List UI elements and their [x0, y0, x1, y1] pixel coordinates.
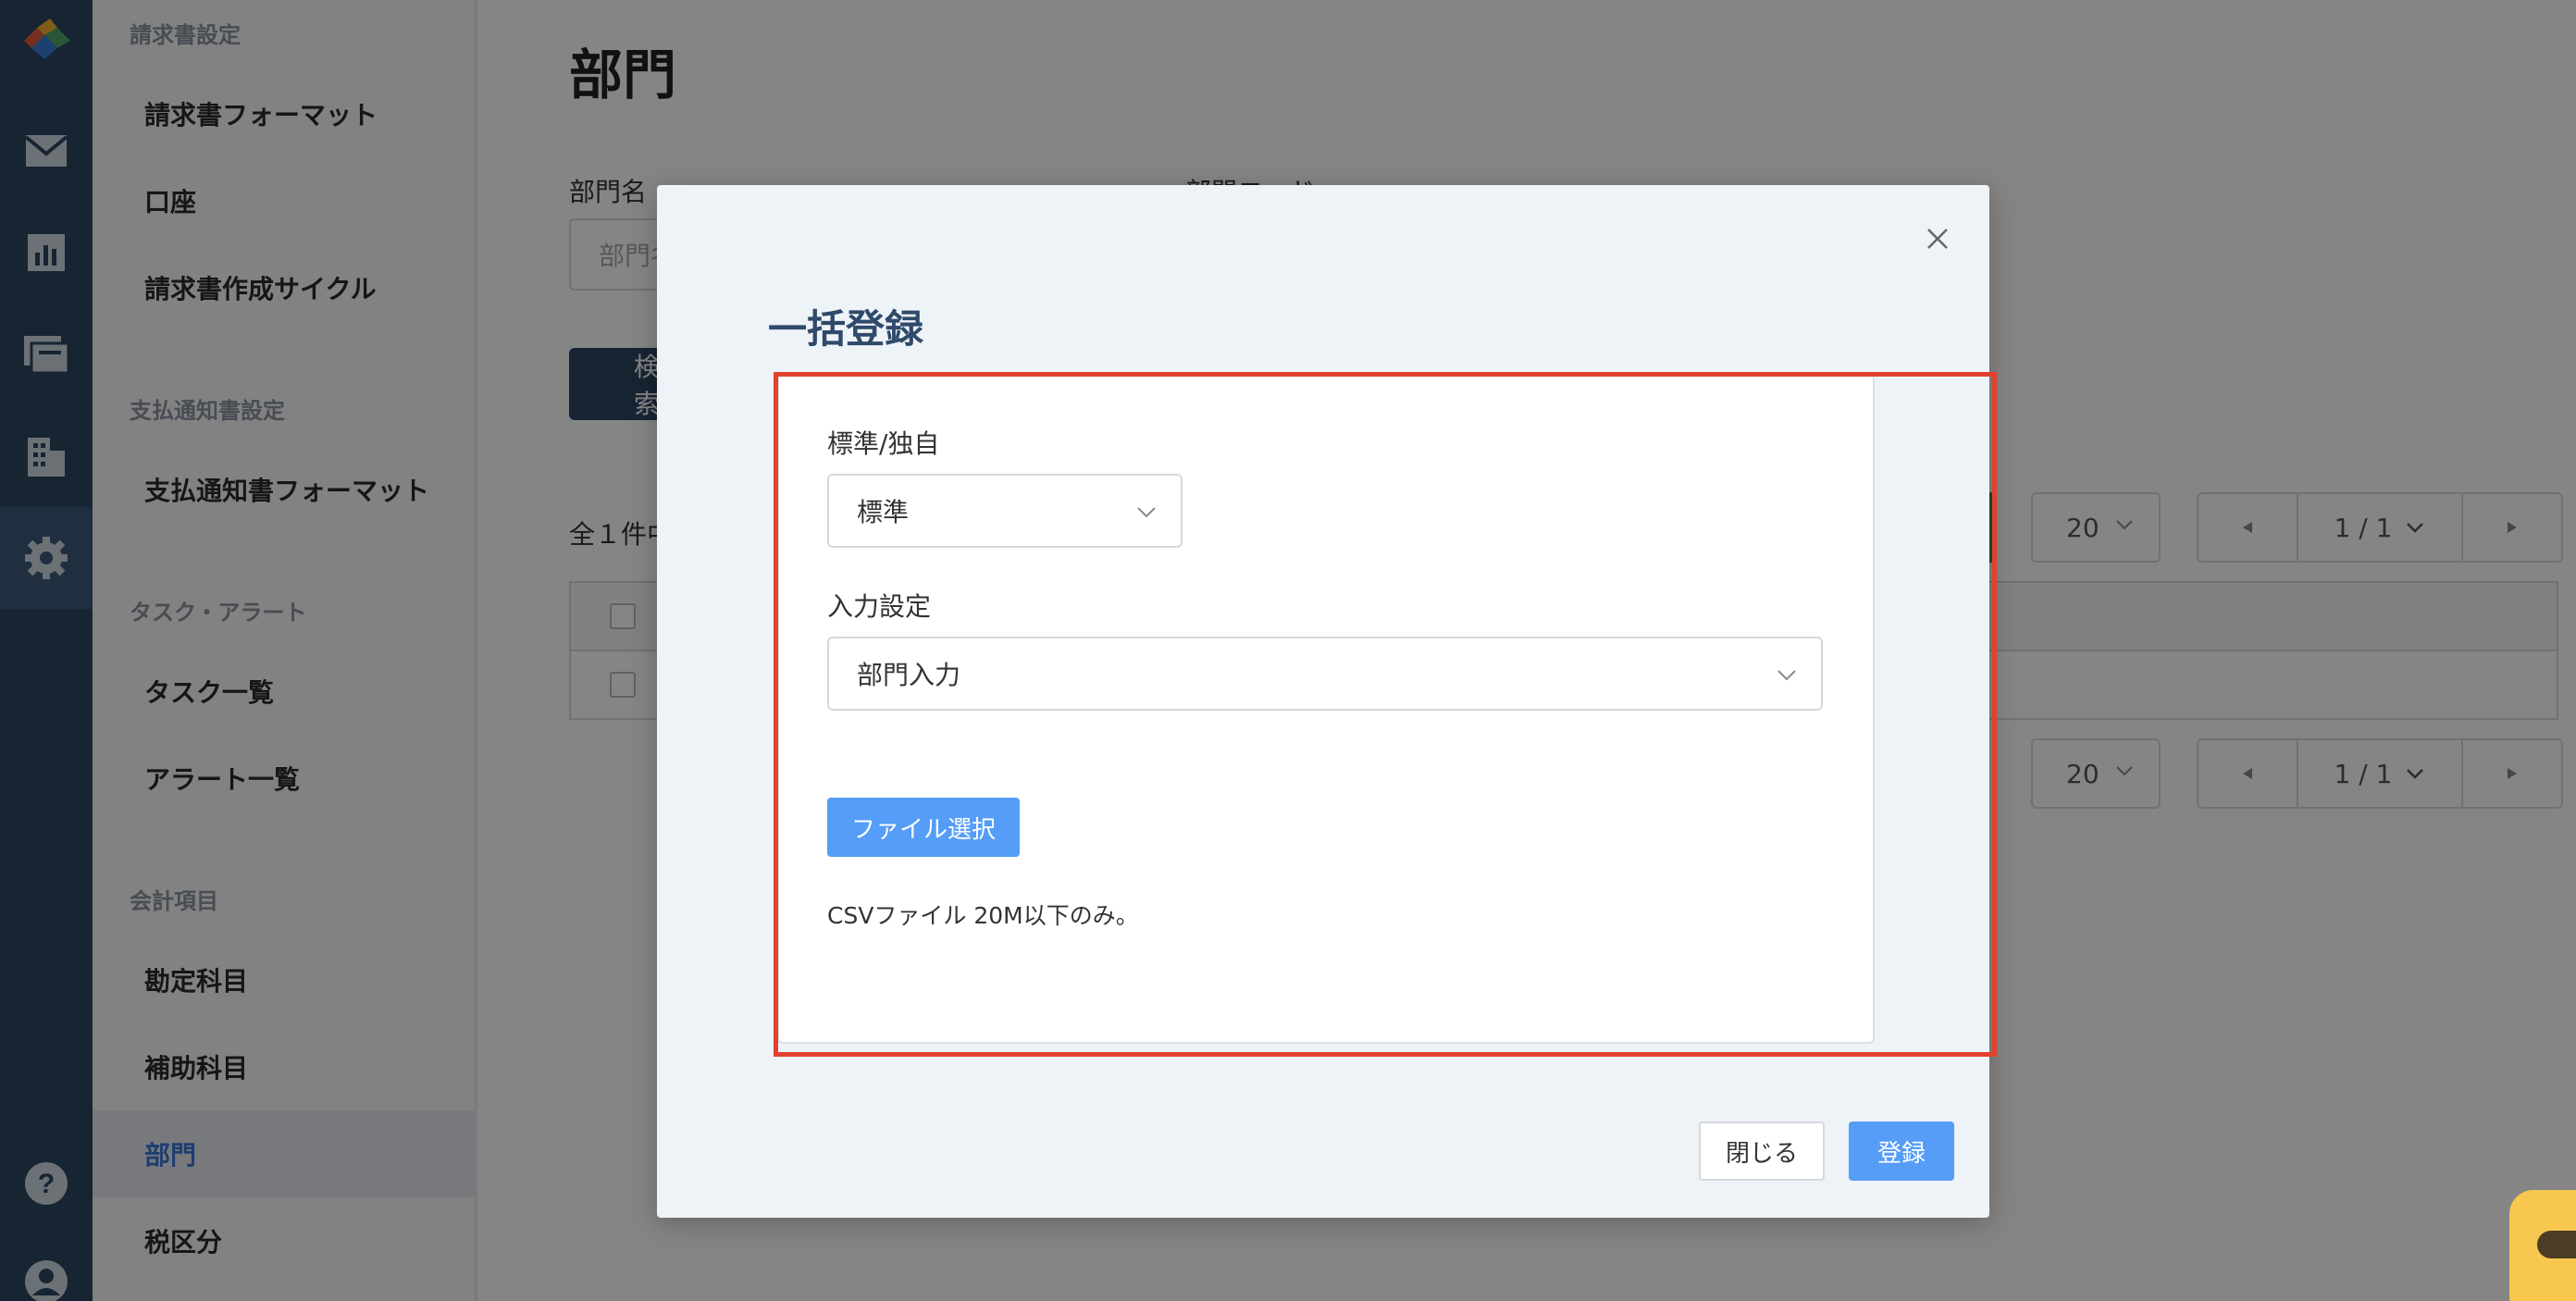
close-button[interactable]: 閉じる — [1699, 1121, 1825, 1181]
type-select-value: 標準 — [857, 497, 910, 527]
type-label: 標準/独自 — [827, 428, 940, 459]
file-select-button[interactable]: ファイル選択 — [827, 798, 1020, 857]
input-setting-label: 入力設定 — [827, 591, 932, 622]
dialog-title: 一括登録 — [768, 306, 924, 352]
file-size-note: CSVファイル 20M以下のみ。 — [827, 902, 1139, 929]
chat-bubble-icon — [2537, 1231, 2576, 1258]
form-panel: 標準/独自 標準 入力設定 部門入力 ファイル選択 CSVファイル 20M以下の… — [777, 374, 1875, 1044]
chevron-down-icon — [1137, 507, 1156, 518]
chevron-down-icon — [1777, 670, 1796, 681]
close-icon[interactable] — [1919, 220, 1956, 257]
chat-widget[interactable] — [2509, 1190, 2576, 1301]
type-select[interactable]: 標準 — [827, 474, 1183, 548]
input-setting-value: 部門入力 — [857, 660, 961, 690]
bulk-register-dialog: 一括登録 標準/独自 標準 入力設定 部門入力 ファイル選択 CSVファイル 2… — [657, 185, 1997, 1218]
input-setting-select[interactable]: 部門入力 — [827, 637, 1823, 711]
register-button[interactable]: 登録 — [1849, 1121, 1954, 1181]
